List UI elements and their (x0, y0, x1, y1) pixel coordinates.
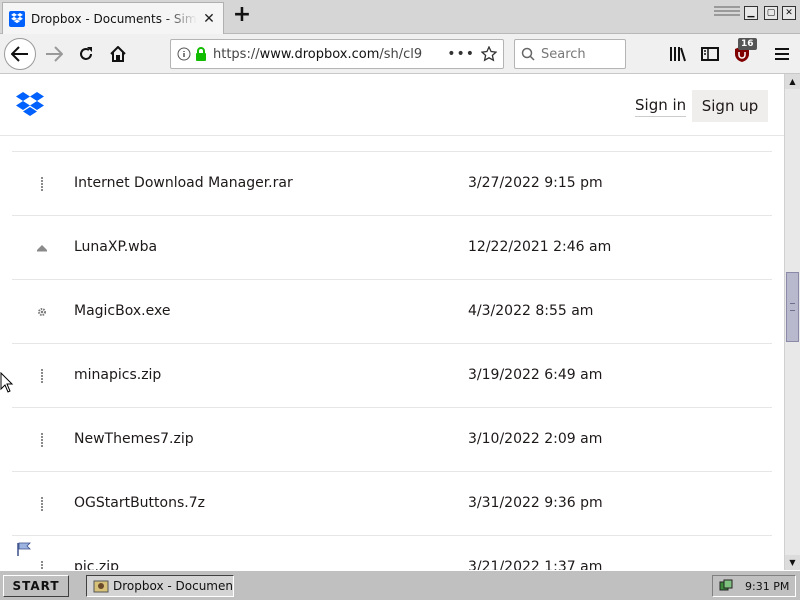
new-tab-button[interactable]: + (230, 4, 254, 28)
file-date: 4/3/2022 8:55 am (468, 303, 594, 319)
url-host: www.dropbox.com (259, 46, 380, 62)
taskbar: START Dropbox - Documents - Simplify you… (0, 570, 800, 600)
forward-button[interactable] (38, 38, 70, 70)
arrow-left-icon (11, 46, 28, 62)
home-button[interactable] (102, 38, 134, 70)
zipper-icon (36, 176, 48, 192)
nav-bar: https://www.dropbox.com/sh/cl9 ••• Searc… (0, 34, 800, 74)
page-actions-icon[interactable]: ••• (447, 46, 475, 62)
file-row[interactable]: OGStartButtons.7z 3/31/2022 9:36 pm (12, 471, 772, 535)
mouse-cursor-icon (0, 372, 14, 393)
url-bar[interactable]: https://www.dropbox.com/sh/cl9 ••• (170, 39, 504, 69)
library-button[interactable] (666, 42, 690, 66)
tab-title: Dropbox - Documents - Simplify your life (31, 11, 197, 26)
file-name[interactable]: minapics.zip (74, 367, 161, 383)
file-row[interactable]: minapics.zip 3/19/2022 6:49 am (12, 343, 772, 407)
library-icon (670, 47, 686, 62)
url-scheme: https:// (213, 46, 260, 62)
file-name[interactable]: LunaXP.wba (74, 239, 157, 255)
gear-icon (36, 304, 48, 320)
scroll-down-arrow-icon[interactable]: ▼ (785, 555, 800, 570)
lock-icon[interactable] (195, 47, 207, 61)
file-list: Internet Download Manager.rar 3/27/2022 … (12, 151, 772, 570)
file-row[interactable]: Internet Download Manager.rar 3/27/2022 … (12, 151, 772, 215)
file-name[interactable]: OGStartButtons.7z (74, 495, 205, 511)
system-tray: 9:31 PM (712, 575, 796, 597)
tab-strip: Dropbox - Documents - Simplify your life… (0, 0, 800, 34)
file-date: 3/10/2022 2:09 am (468, 431, 603, 447)
file-date: 12/22/2021 2:46 am (468, 239, 612, 255)
sidebar-icon (701, 47, 719, 61)
hamburger-menu-icon (775, 48, 789, 60)
file-row[interactable]: NewThemes7.zip 3/10/2022 2:09 am (12, 407, 772, 471)
page-scrollbar[interactable]: ▲ ▼ (784, 74, 800, 570)
sign-up-button[interactable]: Sign up (692, 90, 768, 122)
file-date: 3/27/2022 9:15 pm (468, 175, 603, 191)
zipper-icon (36, 432, 48, 448)
zipper-icon (36, 560, 48, 570)
file-row[interactable]: MagicBox.exe 4/3/2022 8:55 am (12, 279, 772, 343)
home-icon (110, 46, 126, 62)
file-name[interactable]: Internet Download Manager.rar (74, 175, 293, 191)
reload-button[interactable] (70, 38, 102, 70)
clock[interactable]: 9:31 PM (745, 580, 789, 593)
sign-in-link[interactable]: Sign in (635, 96, 687, 117)
file-date: 3/21/2022 1:37 am (468, 559, 603, 570)
file-name[interactable]: pic.zip (74, 559, 119, 570)
sidebar-button[interactable] (698, 42, 722, 66)
search-bar[interactable]: Search (514, 39, 626, 69)
reload-icon (80, 47, 92, 60)
site-header: Sign in Sign up (0, 74, 784, 136)
url-text[interactable]: https://www.dropbox.com/sh/cl9 (213, 47, 441, 62)
back-button[interactable] (4, 38, 36, 70)
browser-window-icon (93, 580, 109, 593)
zipper-icon (36, 496, 48, 512)
url-path: /sh/cl9 (379, 46, 423, 62)
close-window-button[interactable]: ✕ (782, 6, 796, 20)
file-name[interactable]: NewThemes7.zip (74, 431, 194, 447)
close-tab-icon[interactable]: ✕ (201, 11, 217, 27)
file-row[interactable]: pic.zip 3/21/2022 1:37 am (12, 535, 772, 570)
taskbar-item-label: Dropbox - Documents - Simplify your life (113, 579, 233, 593)
maximize-button[interactable]: ▢ (764, 6, 778, 20)
page-viewport: Sign in Sign up Internet Download Manage… (0, 74, 784, 570)
taskbar-item-dropbox[interactable]: Dropbox - Documents - Simplify your life (86, 575, 234, 597)
scroll-up-arrow-icon[interactable]: ▲ (785, 74, 800, 89)
browser-tab[interactable]: Dropbox - Documents - Simplify your life… (2, 2, 224, 34)
minimize-button[interactable]: ▁ (744, 6, 758, 20)
arrow-right-icon (46, 46, 63, 62)
search-icon (521, 47, 535, 61)
search-placeholder: Search (541, 46, 586, 62)
file-date: 3/19/2022 6:49 am (468, 367, 603, 383)
network-icon[interactable] (719, 579, 733, 593)
file-generic-icon (36, 240, 48, 256)
menu-button[interactable] (770, 42, 794, 66)
scrollbar-thumb[interactable] (786, 272, 799, 342)
info-icon[interactable] (177, 47, 191, 61)
ublock-badge: 16 (738, 38, 757, 50)
file-date: 3/31/2022 9:36 pm (468, 495, 603, 511)
bookmark-star-icon[interactable] (481, 46, 497, 62)
start-button[interactable]: START (3, 575, 69, 597)
titlebar-grip (714, 6, 740, 16)
dropbox-favicon-icon (9, 10, 25, 27)
dropbox-logo-icon[interactable] (16, 92, 44, 118)
flag-icon[interactable] (16, 542, 32, 556)
file-name[interactable]: MagicBox.exe (74, 303, 170, 319)
file-row[interactable]: LunaXP.wba 12/22/2021 2:46 am (12, 215, 772, 279)
zipper-icon (36, 368, 48, 384)
